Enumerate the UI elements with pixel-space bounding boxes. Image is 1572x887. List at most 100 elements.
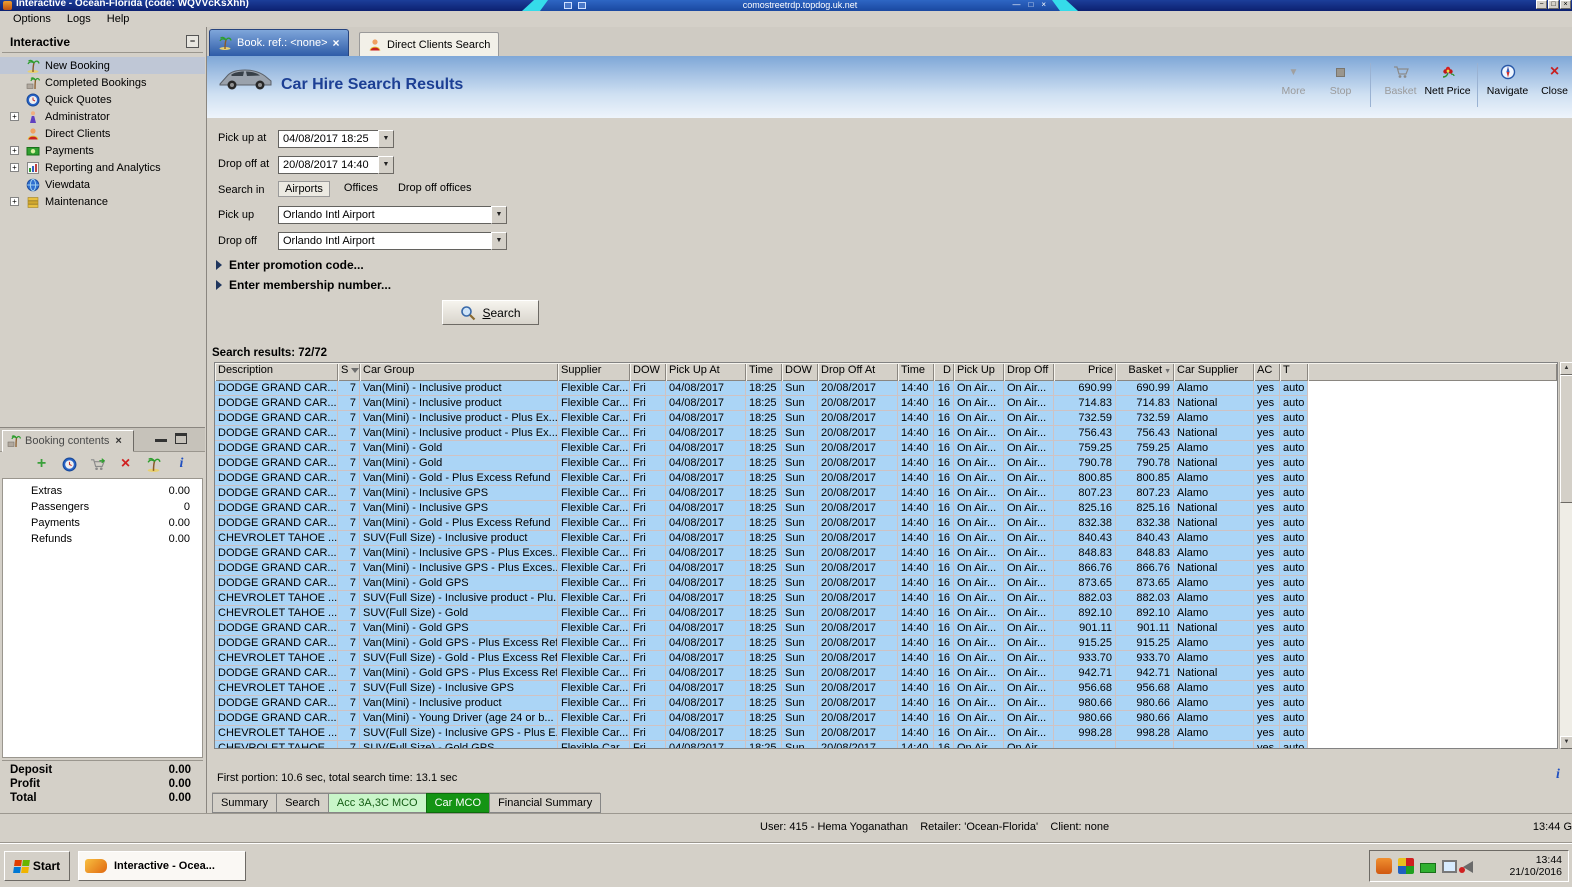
scroll-up-icon[interactable]: ▲	[1560, 362, 1572, 375]
table-row[interactable]: CHEVROLET TAHOE ... 7 SUV(Full Size) - I…	[215, 681, 1557, 696]
bottom-tab[interactable]: Search	[276, 793, 329, 813]
table-row[interactable]: DODGE GRAND CAR... 7 Van(Mini) - Inclusi…	[215, 486, 1557, 501]
panel-minimize-icon[interactable]	[155, 433, 167, 442]
table-row[interactable]: DODGE GRAND CAR... 7 Van(Mini) - Gold Fl…	[215, 441, 1557, 456]
sidebar-item[interactable]: + Payments	[0, 142, 205, 159]
java-icon[interactable]	[1376, 858, 1392, 874]
table-row-partial[interactable]: CHEVROLET TAHOE ... 7 SUV(Full Size) - G…	[215, 741, 1557, 748]
col-pick-up-at[interactable]: Pick Up At	[666, 363, 746, 381]
col-supplier[interactable]: Supplier	[558, 363, 630, 381]
rdp-minimize-button[interactable]: —	[1012, 0, 1020, 10]
bottom-tab[interactable]: Car MCO	[425, 793, 491, 813]
booking-list-item[interactable]: Refunds 0.00	[3, 533, 202, 549]
col-basket[interactable]: Basket ▼	[1116, 363, 1174, 381]
search-in-option[interactable]: Offices	[338, 181, 384, 197]
palm-icon[interactable]	[146, 457, 161, 472]
close-button[interactable]: × Close	[1531, 61, 1572, 97]
tree-expander-icon[interactable]: +	[10, 112, 19, 121]
col-t[interactable]: T	[1280, 363, 1308, 381]
pickup-dropdown[interactable]: Orlando Intl Airport ▼	[278, 206, 507, 224]
sidebar-item[interactable]: + Maintenance	[0, 193, 205, 210]
col-car-group[interactable]: Car Group	[360, 363, 558, 381]
add-icon[interactable]: +	[34, 455, 49, 472]
col-s[interactable]: S	[338, 363, 360, 381]
table-row[interactable]: DODGE GRAND CAR... 7 Van(Mini) - Gold Fl…	[215, 456, 1557, 471]
col-price[interactable]: Price	[1054, 363, 1116, 381]
table-row[interactable]: DODGE GRAND CAR... 7 Van(Mini) - Inclusi…	[215, 696, 1557, 711]
basket-button[interactable]: Basket	[1377, 61, 1424, 97]
table-row[interactable]: CHEVROLET TAHOE ... 7 SUV(Full Size) - I…	[215, 726, 1557, 741]
sidebar-item[interactable]: + Quick Quotes	[0, 91, 205, 108]
table-row[interactable]: CHEVROLET TAHOE ... 7 SUV(Full Size) - G…	[215, 606, 1557, 621]
delete-icon[interactable]: ×	[118, 455, 133, 472]
menu-help[interactable]: Help	[100, 12, 137, 26]
more-button[interactable]: ▼ More	[1270, 61, 1317, 98]
booking-list-item[interactable]: Payments 0.00	[3, 517, 202, 533]
sidebar-collapse-button[interactable]: −	[186, 35, 199, 48]
dropoff-dropdown[interactable]: Orlando Intl Airport ▼	[278, 232, 507, 250]
chevron-down-icon[interactable]: ▼	[491, 206, 507, 224]
table-row[interactable]: CHEVROLET TAHOE ... 7 SUV(Full Size) - G…	[215, 651, 1557, 666]
sidebar-item[interactable]: + New Booking	[0, 57, 205, 74]
refresh-clock-icon[interactable]	[62, 457, 77, 472]
tree-expander-icon[interactable]: +	[10, 197, 19, 206]
col-days[interactable]: D	[934, 363, 954, 381]
tab-close-icon[interactable]: ×	[333, 36, 340, 50]
volume-muted-icon[interactable]	[1459, 861, 1473, 873]
sidebar-item[interactable]: + Direct Clients	[0, 125, 205, 142]
move-to-basket-icon[interactable]	[90, 457, 105, 472]
sidebar-item[interactable]: + Viewdata	[0, 176, 205, 193]
table-row[interactable]: DODGE GRAND CAR... 7 Van(Mini) - Gold GP…	[215, 666, 1557, 681]
booking-tab-close-icon[interactable]: ×	[115, 435, 121, 447]
sidebar-item[interactable]: + Administrator	[0, 108, 205, 125]
col-drop-off[interactable]: Drop Off	[1004, 363, 1054, 381]
col-ac[interactable]: AC	[1254, 363, 1280, 381]
table-row[interactable]: DODGE GRAND CAR... 7 Van(Mini) - Inclusi…	[215, 561, 1557, 576]
booking-contents-tab[interactable]: Booking contents ×	[2, 430, 134, 452]
table-row[interactable]: DODGE GRAND CAR... 7 Van(Mini) - Gold GP…	[215, 621, 1557, 636]
chevron-down-icon[interactable]: ▼	[491, 232, 507, 250]
booking-list-item[interactable]: Passengers 0	[3, 501, 202, 517]
col-time-pickup[interactable]: Time	[746, 363, 782, 381]
table-row[interactable]: CHEVROLET TAHOE ... 7 SUV(Full Size) - I…	[215, 591, 1557, 606]
search-button[interactable]: Search	[442, 300, 539, 325]
window-minimize-button[interactable]: −	[1536, 0, 1547, 9]
chevron-down-icon[interactable]: ▼	[378, 156, 394, 174]
table-row[interactable]: DODGE GRAND CAR... 7 Van(Mini) - Inclusi…	[215, 381, 1557, 396]
table-row[interactable]: DODGE GRAND CAR... 7 Van(Mini) - Young D…	[215, 711, 1557, 726]
col-drop-off-at[interactable]: Drop Off At	[818, 363, 898, 381]
table-row[interactable]: DODGE GRAND CAR... 7 Van(Mini) - Inclusi…	[215, 411, 1557, 426]
col-car-supplier[interactable]: Car Supplier	[1174, 363, 1254, 381]
membership-number-expander[interactable]: Enter membership number...	[216, 278, 391, 292]
col-description[interactable]: Description	[215, 363, 338, 381]
tree-expander-icon[interactable]: +	[10, 163, 19, 172]
pickup-at-field[interactable]: 04/08/2017 18:25 ▼	[278, 130, 394, 148]
stop-button[interactable]: Stop	[1317, 61, 1364, 97]
bottom-tab[interactable]: Summary	[212, 793, 278, 813]
col-pick-up[interactable]: Pick Up	[954, 363, 1004, 381]
rdp-restore-button[interactable]: □	[1028, 0, 1033, 10]
info-icon[interactable]: i	[1550, 767, 1566, 785]
tray-clock[interactable]: 13:44 21/10/2016	[1509, 854, 1562, 878]
rdp-close-button[interactable]: ×	[1041, 0, 1046, 10]
search-in-option[interactable]: Drop off offices	[392, 181, 478, 197]
sidebar-item[interactable]: + Completed Bookings	[0, 74, 205, 91]
table-row[interactable]: DODGE GRAND CAR... 7 Van(Mini) - Inclusi…	[215, 546, 1557, 561]
info-icon[interactable]: i	[174, 456, 189, 472]
bottom-tab[interactable]: Financial Summary	[489, 793, 602, 813]
window-close-button[interactable]: ×	[1560, 0, 1571, 9]
tab-booking-ref[interactable]: Book. ref.: <none> ×	[209, 29, 349, 56]
promotion-code-expander[interactable]: Enter promotion code...	[216, 258, 364, 272]
table-row[interactable]: DODGE GRAND CAR... 7 Van(Mini) - Inclusi…	[215, 426, 1557, 441]
col-dow-pickup[interactable]: DOW	[630, 363, 666, 381]
menu-logs[interactable]: Logs	[60, 12, 98, 26]
filter-icon[interactable]	[351, 368, 360, 373]
search-in-option[interactable]: Airports	[278, 181, 330, 197]
booking-list-item[interactable]: Extras 0.00	[3, 485, 202, 501]
dropoff-at-field[interactable]: 20/08/2017 14:40 ▼	[278, 156, 394, 174]
vertical-scrollbar[interactable]: ▲ ▼	[1559, 362, 1572, 749]
window-maximize-button[interactable]: □	[1548, 0, 1559, 9]
col-dow-dropoff[interactable]: DOW	[782, 363, 818, 381]
navigate-button[interactable]: Navigate	[1484, 61, 1531, 97]
tab-direct-clients-search[interactable]: Direct Clients Search	[359, 32, 500, 56]
